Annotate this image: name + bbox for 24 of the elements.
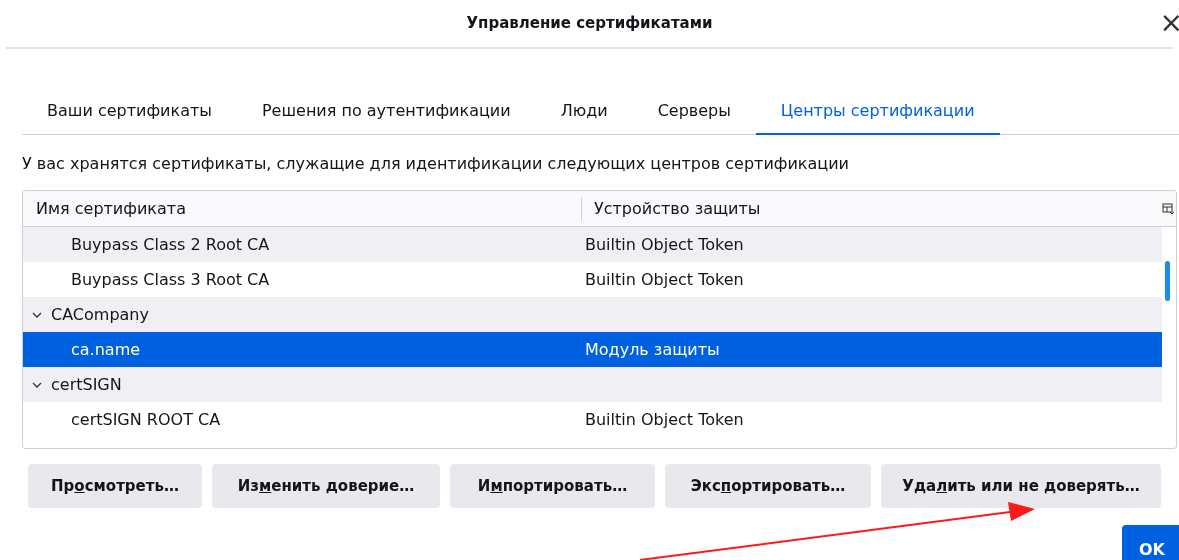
column-picker-icon[interactable] [1162, 202, 1174, 215]
column-header[interactable]: Имя сертификата [23, 196, 582, 221]
tab[interactable]: Ваши сертификаты [22, 89, 237, 135]
action-button[interactable]: Просмотреть… [28, 464, 202, 508]
column-header[interactable]: Устройство защиты [582, 196, 1162, 221]
action-button[interactable]: Импортировать… [450, 464, 655, 508]
description-text: У вас хранятся сертификаты, служащие для идентификации следующих центров сертификации [22, 153, 850, 175]
table-row[interactable]: ca.name Модуль защиты [23, 332, 1162, 367]
chevron-icon[interactable] [32, 310, 42, 319]
action-button[interactable]: Изменить доверие… [212, 464, 440, 508]
scrollbar-thumb[interactable] [1165, 261, 1170, 301]
tab[interactable]: Решения по аутентификации [236, 89, 536, 135]
action-button[interactable]: Удалить или не доверять… [881, 464, 1161, 508]
table-row[interactable]: Buypass Class 2 Root CA Builtin Object Token [23, 227, 1162, 262]
tree-group-row[interactable]: certSIGN [23, 367, 1162, 402]
tab[interactable]: Серверы [632, 89, 756, 135]
action-button[interactable]: Экспортировать… [665, 464, 871, 508]
tab[interactable]: Люди [535, 89, 633, 135]
window-title: Управление сертификатами [466, 13, 713, 35]
ok-button[interactable]: OK [1122, 525, 1179, 560]
chevron-icon[interactable] [32, 380, 42, 389]
tab[interactable]: Центры сертификации [755, 89, 1000, 135]
close-button[interactable]: × [1159, 9, 1179, 37]
tree-group-row[interactable]: CACompany [23, 297, 1162, 332]
